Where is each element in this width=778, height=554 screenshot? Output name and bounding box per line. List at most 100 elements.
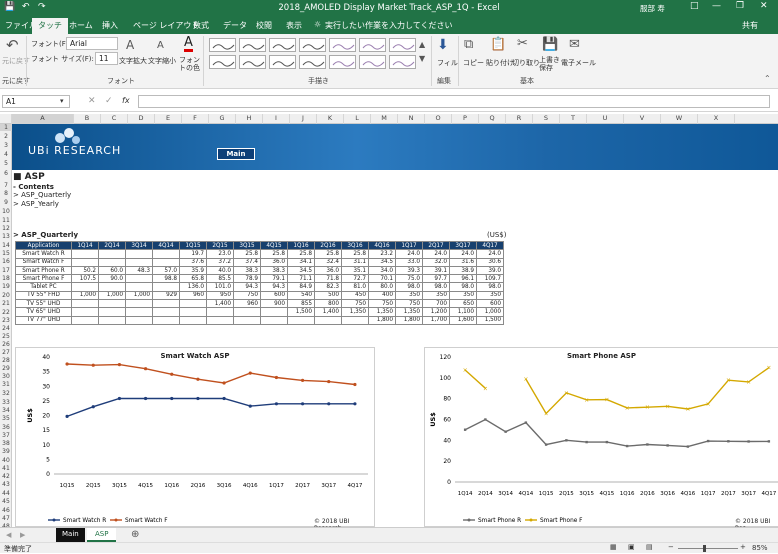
data-point[interactable]: ×	[604, 397, 609, 404]
column-header[interactable]: E	[155, 114, 182, 124]
data-point[interactable]	[544, 443, 548, 446]
row-header[interactable]: 19	[0, 283, 12, 290]
table-cell[interactable]: 23.2	[368, 249, 396, 259]
data-point[interactable]	[274, 375, 279, 380]
table-cell[interactable]: 39.0	[476, 265, 504, 276]
table-cell[interactable]: 855	[287, 299, 315, 309]
font-color-icon[interactable]: A	[184, 36, 193, 52]
fill-down-icon[interactable]: ⬇	[437, 37, 449, 53]
row-header[interactable]: 26	[0, 341, 12, 348]
data-point[interactable]	[625, 444, 629, 448]
table-cell[interactable]: 32.4	[314, 257, 342, 267]
table-cell[interactable]	[314, 315, 342, 325]
tab-formulas[interactable]: 数式	[193, 20, 209, 31]
name-box-dropdown-icon[interactable]: ▾	[60, 97, 64, 105]
data-point[interactable]	[484, 418, 487, 421]
table-cell[interactable]	[341, 315, 369, 325]
row-header[interactable]: 35	[0, 415, 12, 422]
table-header-cell[interactable]: 4Q15	[260, 240, 288, 251]
copy-icon[interactable]: ⧉	[464, 37, 473, 52]
row-header[interactable]: 30	[0, 373, 12, 380]
table-cell[interactable]: 40.0	[206, 265, 234, 276]
data-point[interactable]: ×	[625, 405, 630, 412]
table-cell[interactable]: 1,500	[287, 307, 315, 317]
pen-swatch[interactable]	[299, 38, 326, 52]
table-header-cell[interactable]: 3Q17	[449, 240, 477, 251]
data-point[interactable]	[300, 378, 305, 382]
pen-swatch[interactable]	[269, 38, 296, 52]
table-cell[interactable]: 39.1	[422, 265, 450, 276]
font-color-label[interactable]: フォントの色	[179, 56, 203, 72]
table-cell[interactable]: 800	[314, 299, 342, 309]
pen-swatch[interactable]	[239, 38, 266, 52]
minimize-icon[interactable]: —	[712, 1, 721, 11]
table-cell[interactable]: 25.8	[287, 249, 315, 259]
row-header[interactable]: 46	[0, 507, 12, 514]
table-cell[interactable]: 750	[341, 299, 369, 309]
data-point[interactable]	[117, 396, 122, 401]
row-header[interactable]: 36	[0, 424, 12, 431]
table-cell[interactable]: 750	[233, 290, 261, 301]
data-point[interactable]	[706, 439, 710, 443]
column-header[interactable]: D	[128, 114, 155, 124]
row-header[interactable]: 3	[0, 142, 12, 149]
row-header[interactable]: 9	[0, 199, 12, 206]
table-cell[interactable]	[98, 249, 126, 259]
table-cell[interactable]	[152, 315, 180, 325]
row-header[interactable]: 34	[0, 407, 12, 414]
table-cell[interactable]: 24.0	[395, 249, 423, 259]
table-cell[interactable]: 72.7	[341, 274, 369, 284]
table-cell[interactable]: 50.2	[71, 265, 99, 276]
data-point[interactable]	[747, 440, 750, 443]
smart-phone-chart[interactable]: Smart Phone ASP 0 20 40 60 80 100 120 US$ 1Q14 2Q…	[424, 347, 778, 532]
row-header[interactable]: 7	[0, 182, 12, 189]
data-point[interactable]: ×	[564, 390, 569, 397]
row-header[interactable]: 20	[0, 292, 12, 299]
table-cell[interactable]: 25.8	[341, 249, 369, 259]
table-cell[interactable]: 109.7	[476, 274, 504, 284]
table-cell[interactable]: 71.1	[287, 274, 315, 284]
column-header[interactable]: P	[452, 114, 479, 124]
cut-label[interactable]: 切り取り	[512, 58, 540, 68]
row-header[interactable]: 5	[0, 160, 12, 167]
grow-font-label[interactable]: 文字拡大	[119, 56, 147, 66]
table-cell[interactable]: 85.5	[206, 274, 234, 284]
table-cell[interactable]: 34.0	[368, 265, 396, 276]
table-cell[interactable]: 84.9	[287, 282, 315, 292]
table-cell[interactable]: 24.0	[422, 249, 450, 259]
row-header[interactable]: 1	[0, 124, 12, 131]
table-cell[interactable]: 31.1	[341, 257, 369, 267]
data-point[interactable]: ×	[463, 367, 468, 374]
row-header[interactable]: 44	[0, 490, 12, 497]
table-header-cell[interactable]: Application	[15, 240, 72, 251]
column-header[interactable]: R	[506, 114, 533, 124]
column-header[interactable]: U	[587, 114, 624, 124]
data-point[interactable]	[170, 372, 174, 376]
page-break-view-icon[interactable]: ▤	[646, 543, 653, 551]
data-point[interactable]	[65, 362, 69, 366]
column-header[interactable]: C	[101, 114, 128, 124]
insert-function-icon[interactable]: fx	[122, 96, 130, 105]
table-cell[interactable]: 36.0	[314, 265, 342, 276]
row-header[interactable]: 33	[0, 399, 12, 406]
table-cell[interactable]	[152, 282, 180, 292]
column-header[interactable]: V	[624, 114, 661, 124]
table-cell[interactable]: Smart Watch F	[15, 257, 72, 267]
table-cell[interactable]: 70.1	[368, 274, 396, 284]
table-cell[interactable]: 39.3	[395, 265, 423, 276]
row-header[interactable]: 45	[0, 498, 12, 505]
column-header[interactable]: G	[209, 114, 236, 124]
table-cell[interactable]	[152, 249, 180, 259]
prev-sheet-icon[interactable]: ◀	[6, 531, 11, 539]
data-point[interactable]	[274, 402, 279, 406]
table-cell[interactable]: 23.0	[206, 249, 234, 259]
normal-view-icon[interactable]: ▦	[610, 543, 617, 551]
table-cell[interactable]	[98, 299, 126, 309]
table-cell[interactable]	[125, 274, 153, 284]
table-cell[interactable]: 35.9	[179, 265, 207, 276]
data-point[interactable]: ×	[685, 406, 690, 413]
paste-icon[interactable]: 📋	[490, 37, 506, 52]
table-cell[interactable]: 650	[449, 299, 477, 309]
data-point[interactable]	[248, 404, 252, 408]
table-cell[interactable]: 1,400	[314, 307, 342, 317]
